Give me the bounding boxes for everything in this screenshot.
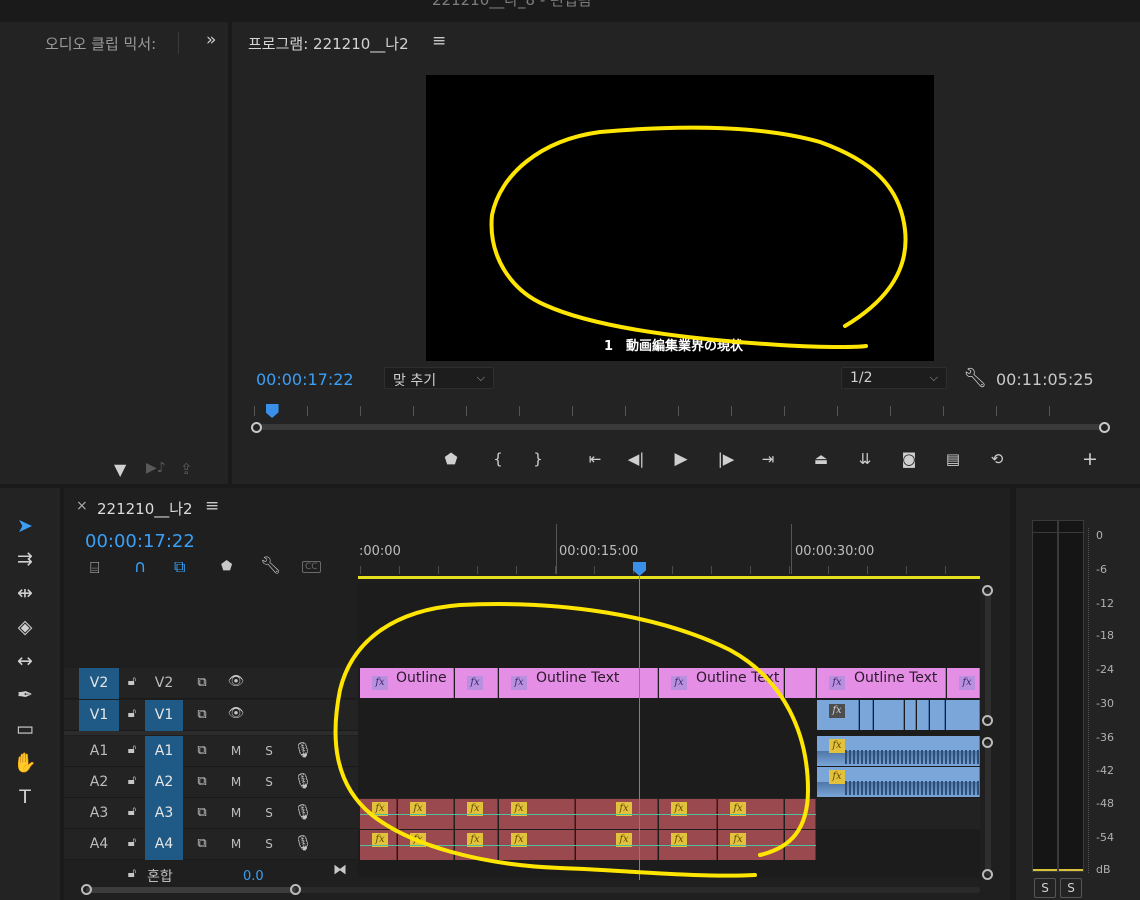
annotation-circle-preview [489,125,908,349]
annotation-circle-timeline [333,602,811,878]
annotation-overlay [333,125,908,878]
